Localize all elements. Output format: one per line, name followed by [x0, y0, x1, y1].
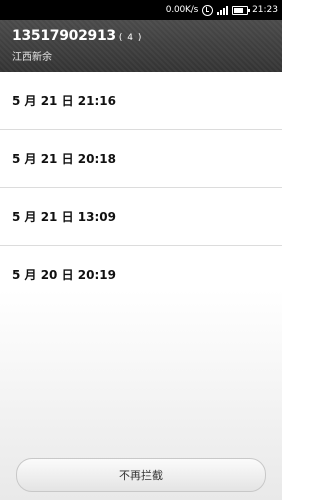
call-datetime: 5 月 21 日 20:18	[12, 152, 116, 166]
screen: 0.00K/s 21:23 13517902913 ( 4 ) 江西新余 5 月…	[0, 0, 282, 500]
phone-number: 13517902913	[12, 28, 116, 44]
title-row: 13517902913 ( 4 )	[12, 28, 270, 44]
call-datetime: 5 月 20 日 20:19	[12, 268, 116, 282]
signal-icon	[217, 5, 229, 15]
call-datetime: 5 月 21 日 13:09	[12, 210, 116, 224]
list-item[interactable]: 5 月 21 日 21:16	[0, 72, 282, 130]
list-item[interactable]: 5 月 21 日 20:18	[0, 130, 282, 188]
contact-header: 13517902913 ( 4 ) 江西新余	[0, 20, 282, 72]
network-speed: 0.00K/s	[165, 5, 199, 15]
blocked-call-list: 5 月 21 日 21:16 5 月 21 日 20:18 5 月 21 日 1…	[0, 72, 282, 304]
call-datetime: 5 月 21 日 21:16	[12, 94, 116, 108]
status-time: 21:23	[252, 5, 278, 15]
call-count: ( 4 )	[118, 33, 143, 43]
phone-location: 江西新余	[12, 52, 52, 63]
unblock-button[interactable]: 不再拦截	[16, 458, 266, 492]
battery-icon	[232, 5, 251, 15]
list-item[interactable]: 5 月 21 日 13:09	[0, 188, 282, 246]
alarm-icon	[202, 4, 214, 16]
status-bar: 0.00K/s 21:23	[0, 0, 282, 20]
